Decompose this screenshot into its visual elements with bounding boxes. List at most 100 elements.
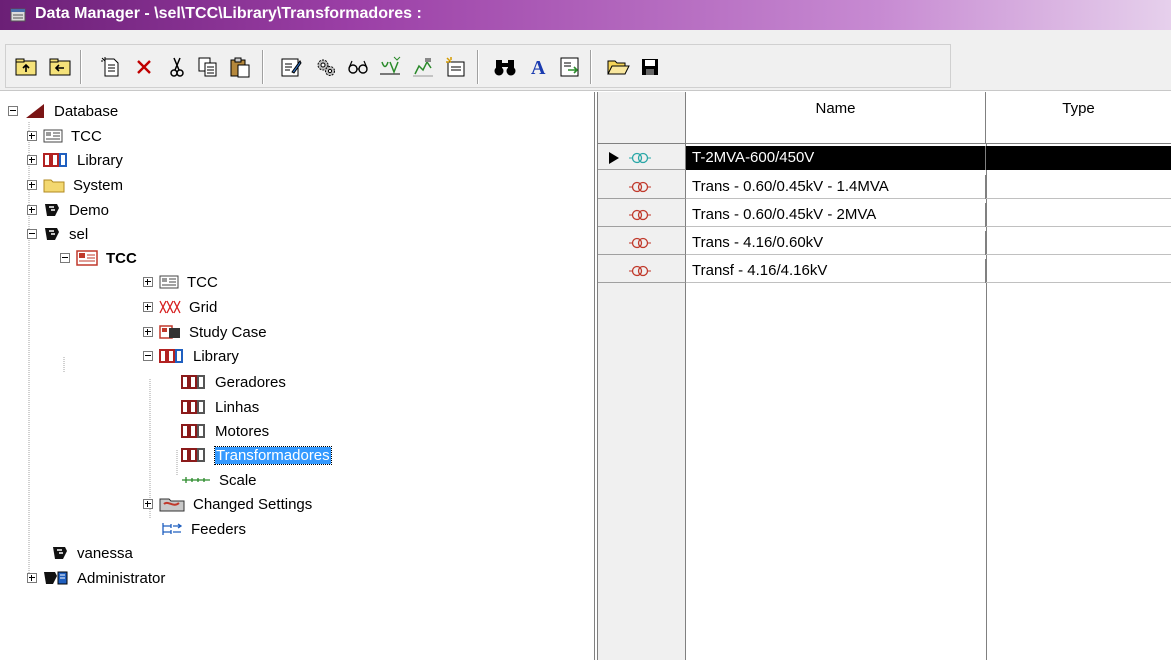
library-folder-icon: [181, 375, 205, 389]
table-row[interactable]: Trans - 4.16/0.60kV: [686, 231, 1171, 255]
row-header[interactable]: [598, 203, 686, 227]
row-header[interactable]: [598, 146, 686, 170]
database-icon: [26, 104, 44, 118]
filter-icon[interactable]: [377, 54, 403, 80]
edit-object-icon[interactable]: [278, 54, 304, 80]
cell-name[interactable]: Trans - 0.60/0.45kV - 1.4MVA: [686, 175, 986, 199]
tree-node-linhas[interactable]: Linhas: [181, 396, 259, 418]
tree-node-database[interactable]: Database: [8, 100, 118, 122]
cell-type[interactable]: [986, 259, 1171, 283]
export-icon[interactable]: [557, 54, 583, 80]
grid-corner: [598, 92, 686, 144]
cell-type[interactable]: [986, 146, 1171, 170]
collapse-icon[interactable]: [8, 106, 18, 116]
tree-node-library-sub[interactable]: Library: [143, 345, 239, 367]
expand-icon[interactable]: [143, 277, 153, 287]
tree-node-system[interactable]: System: [27, 174, 123, 196]
tree-label: vanessa: [77, 544, 133, 562]
library-folder-icon: [181, 400, 205, 414]
library-icon: [43, 153, 67, 167]
collapse-icon[interactable]: [143, 351, 153, 361]
cell-type[interactable]: [986, 231, 1171, 255]
tree-node-administrator[interactable]: Administrator: [27, 567, 165, 589]
new-folder-icon[interactable]: [443, 54, 469, 80]
svg-text:A: A: [531, 57, 546, 78]
tcc-active-icon: [76, 250, 98, 266]
cut-icon[interactable]: [164, 54, 190, 80]
tree-label: Geradores: [215, 373, 286, 391]
study-case-icon: [159, 325, 180, 339]
table-row[interactable]: Trans - 0.60/0.45kV - 1.4MVA: [686, 175, 1171, 199]
expand-icon[interactable]: [27, 180, 37, 190]
table-row[interactable]: Transf - 4.16/4.16kV: [686, 259, 1171, 283]
column-header-type[interactable]: Type: [986, 92, 1171, 144]
row-header[interactable]: [598, 231, 686, 255]
app-icon: [10, 8, 26, 22]
transformer-type-icon: [629, 181, 651, 193]
delete-icon[interactable]: [131, 54, 157, 80]
tree-label: Grid: [189, 298, 218, 316]
open-icon[interactable]: [605, 54, 631, 80]
tree-label: Library: [77, 151, 123, 169]
collapse-icon[interactable]: [60, 253, 70, 263]
cell-type[interactable]: [986, 203, 1171, 227]
graphic-filter-icon[interactable]: [410, 54, 436, 80]
paste-icon[interactable]: [227, 54, 253, 80]
tree-node-transformadores[interactable]: Transformadores: [181, 444, 332, 466]
tree-node-study-case[interactable]: Study Case: [143, 321, 267, 343]
scale-icon: [182, 477, 210, 483]
column-header-label: Type: [1062, 100, 1095, 117]
tree-node-changed-settings[interactable]: Changed Settings: [143, 493, 312, 515]
binoculars-find-icon[interactable]: [492, 54, 518, 80]
copy-icon[interactable]: [195, 54, 221, 80]
save-icon[interactable]: [637, 54, 663, 80]
column-header-label: Name: [815, 100, 856, 117]
tree-label: Scale: [219, 471, 257, 489]
expand-icon[interactable]: [143, 302, 153, 312]
expand-icon[interactable]: [27, 155, 37, 165]
cell-name[interactable]: Transf - 4.16/4.16kV: [686, 259, 986, 283]
expand-icon[interactable]: [143, 499, 153, 509]
tree-node-tcc-sub[interactable]: TCC: [143, 271, 218, 293]
expand-icon[interactable]: [143, 327, 153, 337]
tree-node-tcc-active[interactable]: TCC: [60, 247, 137, 269]
expand-icon[interactable]: [27, 205, 37, 215]
glasses-view-icon[interactable]: [345, 54, 371, 80]
tree-node-library[interactable]: Library: [27, 149, 123, 171]
tree-node-tcc[interactable]: TCC: [27, 125, 102, 147]
tcc-icon: [159, 275, 179, 289]
cell-type[interactable]: [986, 175, 1171, 199]
tree-node-geradores[interactable]: Geradores: [181, 371, 286, 393]
expand-icon[interactable]: [27, 573, 37, 583]
tree-node-demo[interactable]: Demo: [27, 199, 109, 221]
tree-node-vanessa[interactable]: vanessa: [51, 542, 133, 564]
toolbar-separator: [590, 50, 592, 84]
table-row[interactable]: Trans - 0.60/0.45kV - 2MVA: [686, 203, 1171, 227]
table-row[interactable]: T-2MVA-600/450V: [686, 146, 1171, 170]
cell-name[interactable]: Trans - 4.16/0.60kV: [686, 231, 986, 255]
settings-gears-icon[interactable]: [313, 54, 339, 80]
tree-node-sel[interactable]: sel: [27, 223, 88, 245]
tree-node-feeders[interactable]: Feeders: [161, 518, 246, 540]
row-header[interactable]: [598, 175, 686, 199]
cell-name[interactable]: Trans - 0.60/0.45kV - 2MVA: [686, 203, 986, 227]
cell-name[interactable]: T-2MVA-600/450V: [686, 146, 986, 170]
folder-up-icon[interactable]: [13, 54, 39, 80]
font-icon[interactable]: A: [525, 54, 551, 80]
column-header-name[interactable]: Name: [686, 92, 986, 144]
new-object-icon[interactable]: [98, 54, 124, 80]
tree-label: TCC: [187, 273, 218, 291]
current-row-arrow-icon: [609, 152, 619, 164]
tree-node-scale[interactable]: Scale: [181, 469, 257, 491]
row-header[interactable]: [598, 259, 686, 283]
expand-icon[interactable]: [27, 131, 37, 141]
user-icon: [45, 228, 59, 240]
folder-back-icon[interactable]: [47, 54, 73, 80]
collapse-icon[interactable]: [27, 229, 37, 239]
window-title: Data Manager - \sel\TCC\Library\Transfor…: [35, 5, 422, 22]
tree-node-motores[interactable]: Motores: [181, 420, 269, 442]
changed-settings-icon: [159, 498, 185, 512]
tree-node-grid[interactable]: Grid: [143, 296, 217, 318]
tree-label: System: [73, 176, 124, 194]
tree-label: sel: [69, 225, 89, 243]
